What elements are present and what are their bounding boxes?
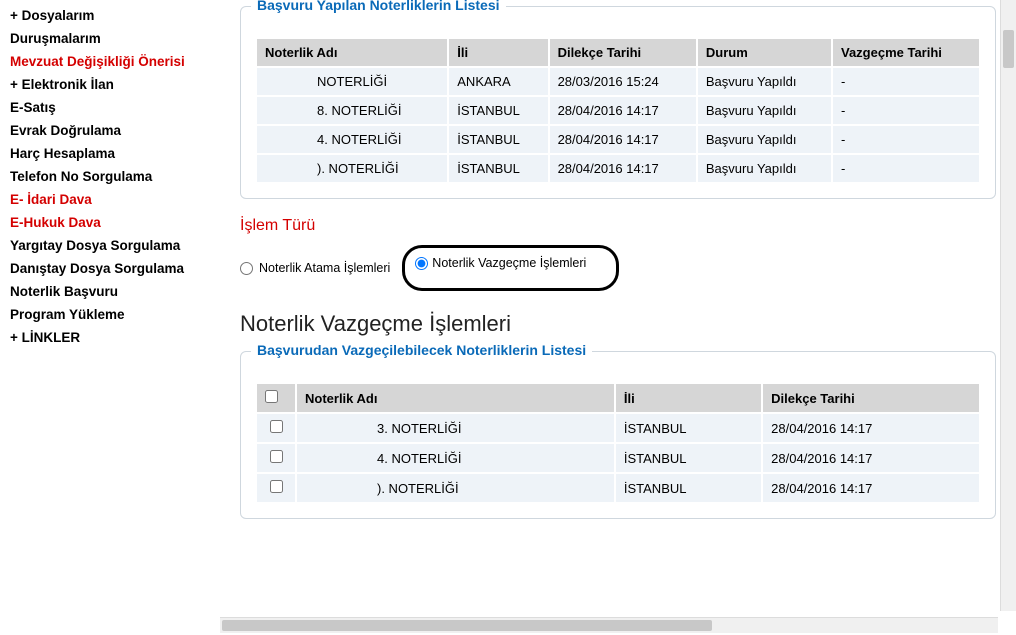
operation-type-heading: İşlem Türü <box>240 217 996 235</box>
row-checkbox[interactable] <box>270 420 283 433</box>
sidebar-item-0[interactable]: + Dosyalarım <box>10 4 216 27</box>
col-city: İli <box>448 38 548 67</box>
sidebar-item-14[interactable]: + LİNKLER <box>10 326 216 349</box>
table-row[interactable]: 8. NOTERLİĞİİSTANBUL28/04/2016 14:17Başv… <box>256 96 980 125</box>
sidebar-item-2[interactable]: Mevzuat Değişikliği Önerisi <box>10 50 216 73</box>
col-notary-name: Noterlik Adı <box>256 38 448 67</box>
cell: NOTERLİĞİ <box>256 67 448 96</box>
sidebar-item-1[interactable]: Duruşmalarım <box>10 27 216 50</box>
scrollbar-thumb[interactable] <box>222 620 712 631</box>
cell: - <box>832 67 980 96</box>
cell: 28/03/2016 15:24 <box>549 67 697 96</box>
sidebar-item-13[interactable]: Program Yükleme <box>10 303 216 326</box>
scrollbar-thumb[interactable] <box>1003 30 1014 68</box>
table-row[interactable]: 3. NOTERLİĞİİSTANBUL28/04/2016 14:17 <box>256 413 980 443</box>
cancelable-notaries-table: Noterlik Adı İli Dilekçe Tarihi 3. NOTER… <box>255 382 981 504</box>
cell-checkbox[interactable] <box>256 443 296 473</box>
table-row[interactable]: NOTERLİĞİANKARA28/03/2016 15:24Başvuru Y… <box>256 67 980 96</box>
select-all-checkbox[interactable] <box>265 390 278 403</box>
cell: ). NOTERLİĞİ <box>296 473 615 503</box>
applied-notaries-table: Noterlik Adı İli Dilekçe Tarihi Durum Va… <box>255 37 981 184</box>
cell: 4. NOTERLİĞİ <box>256 125 448 154</box>
cell: İSTANBUL <box>615 473 762 503</box>
cell: İSTANBUL <box>448 96 548 125</box>
cell: 3. NOTERLİĞİ <box>296 413 615 443</box>
col-status: Durum <box>697 38 832 67</box>
radio-assign[interactable] <box>240 262 253 275</box>
cell: 28/04/2016 14:17 <box>549 125 697 154</box>
sidebar-item-11[interactable]: Danıştay Dosya Sorgulama <box>10 257 216 280</box>
panel-legend: Başvuru Yapılan Noterliklerin Listesi <box>251 0 506 13</box>
sidebar: + DosyalarımDuruşmalarımMevzuat Değişikl… <box>0 0 220 635</box>
col-petition-date: Dilekçe Tarihi <box>762 383 980 413</box>
cell: - <box>832 96 980 125</box>
sidebar-item-6[interactable]: Harç Hesaplama <box>10 142 216 165</box>
sidebar-item-3[interactable]: + Elektronik İlan <box>10 73 216 96</box>
applied-notaries-panel: Başvuru Yapılan Noterliklerin Listesi No… <box>240 6 996 199</box>
sidebar-item-10[interactable]: Yargıtay Dosya Sorgulama <box>10 234 216 257</box>
radio-cancel-highlight: Noterlik Vazgeçme İşlemleri <box>402 245 619 291</box>
cell: 28/04/2016 14:17 <box>762 473 980 503</box>
operation-type-radios: Noterlik Atama İşlemleri Noterlik Vazgeç… <box>240 245 996 291</box>
cell: 28/04/2016 14:17 <box>762 413 980 443</box>
vertical-scrollbar[interactable] <box>1000 0 1016 611</box>
cell-checkbox[interactable] <box>256 413 296 443</box>
cell: Başvuru Yapıldı <box>697 96 832 125</box>
cell: ). NOTERLİĞİ <box>256 154 448 183</box>
radio-assign-label[interactable]: Noterlik Atama İşlemleri <box>259 261 390 275</box>
cell-checkbox[interactable] <box>256 473 296 503</box>
cell: 28/04/2016 14:17 <box>549 96 697 125</box>
cancelable-notaries-panel: Başvurudan Vazgeçilebilecek Noterlikleri… <box>240 351 996 519</box>
col-cancel-date: Vazgeçme Tarihi <box>832 38 980 67</box>
cell: Başvuru Yapıldı <box>697 154 832 183</box>
cell: İSTANBUL <box>615 443 762 473</box>
sidebar-item-5[interactable]: Evrak Doğrulama <box>10 119 216 142</box>
cell: Başvuru Yapıldı <box>697 125 832 154</box>
radio-cancel[interactable] <box>415 257 428 270</box>
col-city: İli <box>615 383 762 413</box>
panel-legend: Başvurudan Vazgeçilebilecek Noterlikleri… <box>251 342 592 358</box>
cell: - <box>832 154 980 183</box>
sidebar-item-8[interactable]: E- İdari Dava <box>10 188 216 211</box>
cancel-section-heading: Noterlik Vazgeçme İşlemleri <box>240 311 996 337</box>
sidebar-item-12[interactable]: Noterlik Başvuru <box>10 280 216 303</box>
cell: Başvuru Yapıldı <box>697 67 832 96</box>
sidebar-item-9[interactable]: E-Hukuk Dava <box>10 211 216 234</box>
horizontal-scrollbar[interactable] <box>220 617 998 633</box>
col-petition-date: Dilekçe Tarihi <box>549 38 697 67</box>
cell: İSTANBUL <box>615 413 762 443</box>
sidebar-item-7[interactable]: Telefon No Sorgulama <box>10 165 216 188</box>
main-content: Başvuru Yapılan Noterliklerin Listesi No… <box>220 0 1016 635</box>
row-checkbox[interactable] <box>270 480 283 493</box>
cell: - <box>832 125 980 154</box>
sidebar-item-4[interactable]: E-Satış <box>10 96 216 119</box>
radio-cancel-label[interactable]: Noterlik Vazgeçme İşlemleri <box>432 256 586 270</box>
cell: 4. NOTERLİĞİ <box>296 443 615 473</box>
cell: ANKARA <box>448 67 548 96</box>
cell: 28/04/2016 14:17 <box>762 443 980 473</box>
table-row[interactable]: ). NOTERLİĞİİSTANBUL28/04/2016 14:17Başv… <box>256 154 980 183</box>
cell: 8. NOTERLİĞİ <box>256 96 448 125</box>
table-row[interactable]: ). NOTERLİĞİİSTANBUL28/04/2016 14:17 <box>256 473 980 503</box>
cell: İSTANBUL <box>448 125 548 154</box>
row-checkbox[interactable] <box>270 450 283 463</box>
cell: İSTANBUL <box>448 154 548 183</box>
table-row[interactable]: 4. NOTERLİĞİİSTANBUL28/04/2016 14:17 <box>256 443 980 473</box>
cell: 28/04/2016 14:17 <box>549 154 697 183</box>
col-notary-name: Noterlik Adı <box>296 383 615 413</box>
table-row[interactable]: 4. NOTERLİĞİİSTANBUL28/04/2016 14:17Başv… <box>256 125 980 154</box>
col-select-all[interactable] <box>256 383 296 413</box>
